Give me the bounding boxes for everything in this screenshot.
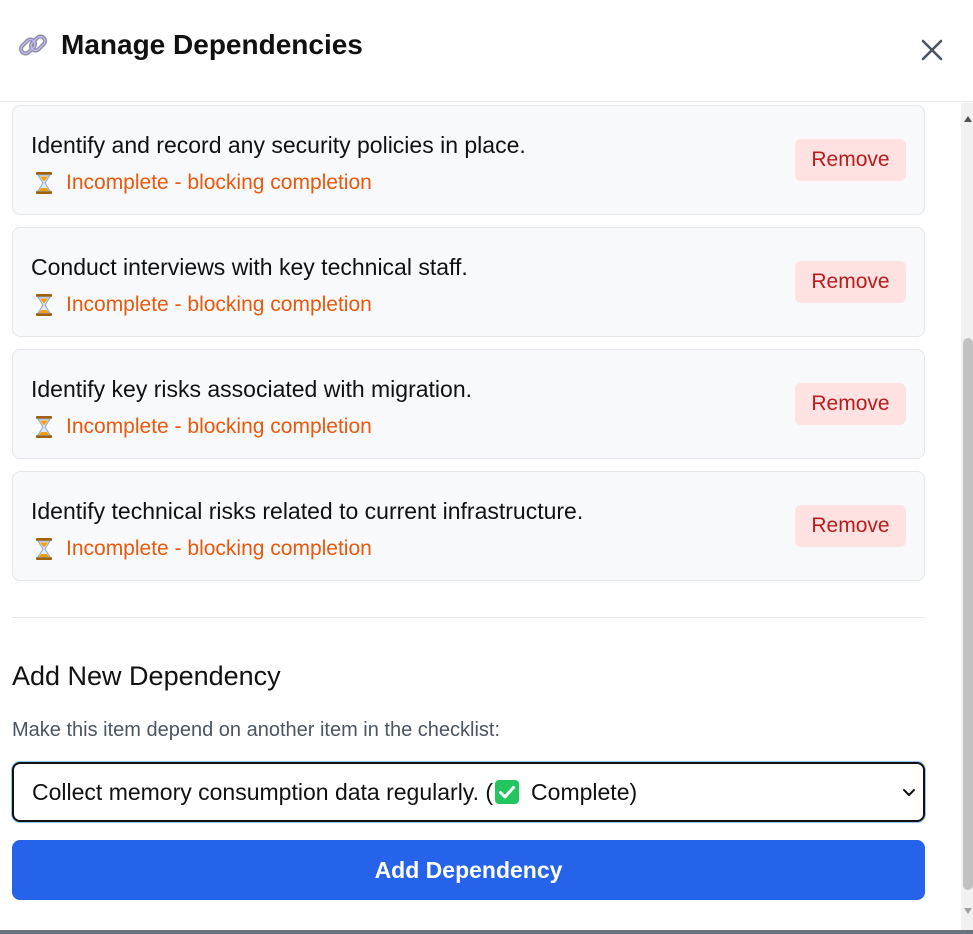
- dependency-title: Conduct interviews with key technical st…: [31, 254, 468, 280]
- dependency-item: Identify and record any security policie…: [12, 105, 925, 215]
- modal-body: Identify and record any security policie…: [0, 103, 961, 930]
- add-dependency-help-text: Make this item depend on another item in…: [12, 719, 501, 741]
- status-text: Incomplete - blocking completion: [66, 171, 372, 194]
- status-text: Incomplete - blocking completion: [66, 415, 372, 438]
- dependency-item: Conduct interviews with key technical st…: [12, 227, 925, 337]
- remove-button[interactable]: Remove: [795, 261, 906, 303]
- remove-button[interactable]: Remove: [795, 139, 906, 181]
- hourglass-icon: [36, 294, 52, 316]
- dependency-title: Identify key risks associated with migra…: [31, 376, 473, 402]
- chevron-down-icon: [903, 789, 915, 796]
- remove-button[interactable]: Remove: [795, 505, 906, 547]
- add-dependency-button[interactable]: Add Dependency: [12, 840, 925, 900]
- manage-dependencies-modal: Manage Dependencies Identify and record …: [0, 0, 973, 934]
- dependency-title: Identify and record any security policie…: [31, 132, 526, 158]
- dependency-status: Incomplete - blocking completion: [33, 414, 372, 440]
- dependency-status: Incomplete - blocking completion: [33, 536, 372, 562]
- check-mark-icon: [495, 780, 520, 804]
- status-text: Incomplete - blocking completion: [66, 537, 372, 560]
- dependency-select-value: Collect memory consumption data regularl…: [32, 779, 637, 806]
- dependency-title: Identify technical risks related to curr…: [31, 498, 584, 524]
- dependency-item: Identify technical risks related to curr…: [12, 471, 925, 581]
- dependency-select[interactable]: Collect memory consumption data regularl…: [12, 762, 925, 822]
- window-bottom-edge: [0, 930, 973, 934]
- scroll-down-arrow-icon[interactable]: [964, 907, 972, 915]
- selected-option-text: Collect memory consumption data regularl…: [32, 778, 494, 805]
- selected-option-status: Complete): [531, 778, 638, 805]
- modal-header: Manage Dependencies: [0, 0, 973, 102]
- close-icon[interactable]: [915, 33, 949, 67]
- scroll-up-arrow-icon[interactable]: [964, 115, 972, 123]
- scrollbar[interactable]: [961, 103, 973, 930]
- dependency-status: Incomplete - blocking completion: [33, 292, 372, 318]
- status-text: Incomplete - blocking completion: [66, 293, 372, 316]
- hourglass-icon: [36, 538, 52, 560]
- link-icon: [19, 34, 47, 56]
- scrollbar-thumb[interactable]: [963, 338, 973, 890]
- dependency-status: Incomplete - blocking completion: [33, 170, 372, 196]
- add-dependency-heading: Add New Dependency: [12, 661, 281, 691]
- remove-button[interactable]: Remove: [795, 383, 906, 425]
- dependency-item: Identify key risks associated with migra…: [12, 349, 925, 459]
- hourglass-icon: [36, 416, 52, 438]
- hourglass-icon: [36, 172, 52, 194]
- modal-title: Manage Dependencies: [61, 29, 363, 60]
- section-divider: [12, 617, 925, 618]
